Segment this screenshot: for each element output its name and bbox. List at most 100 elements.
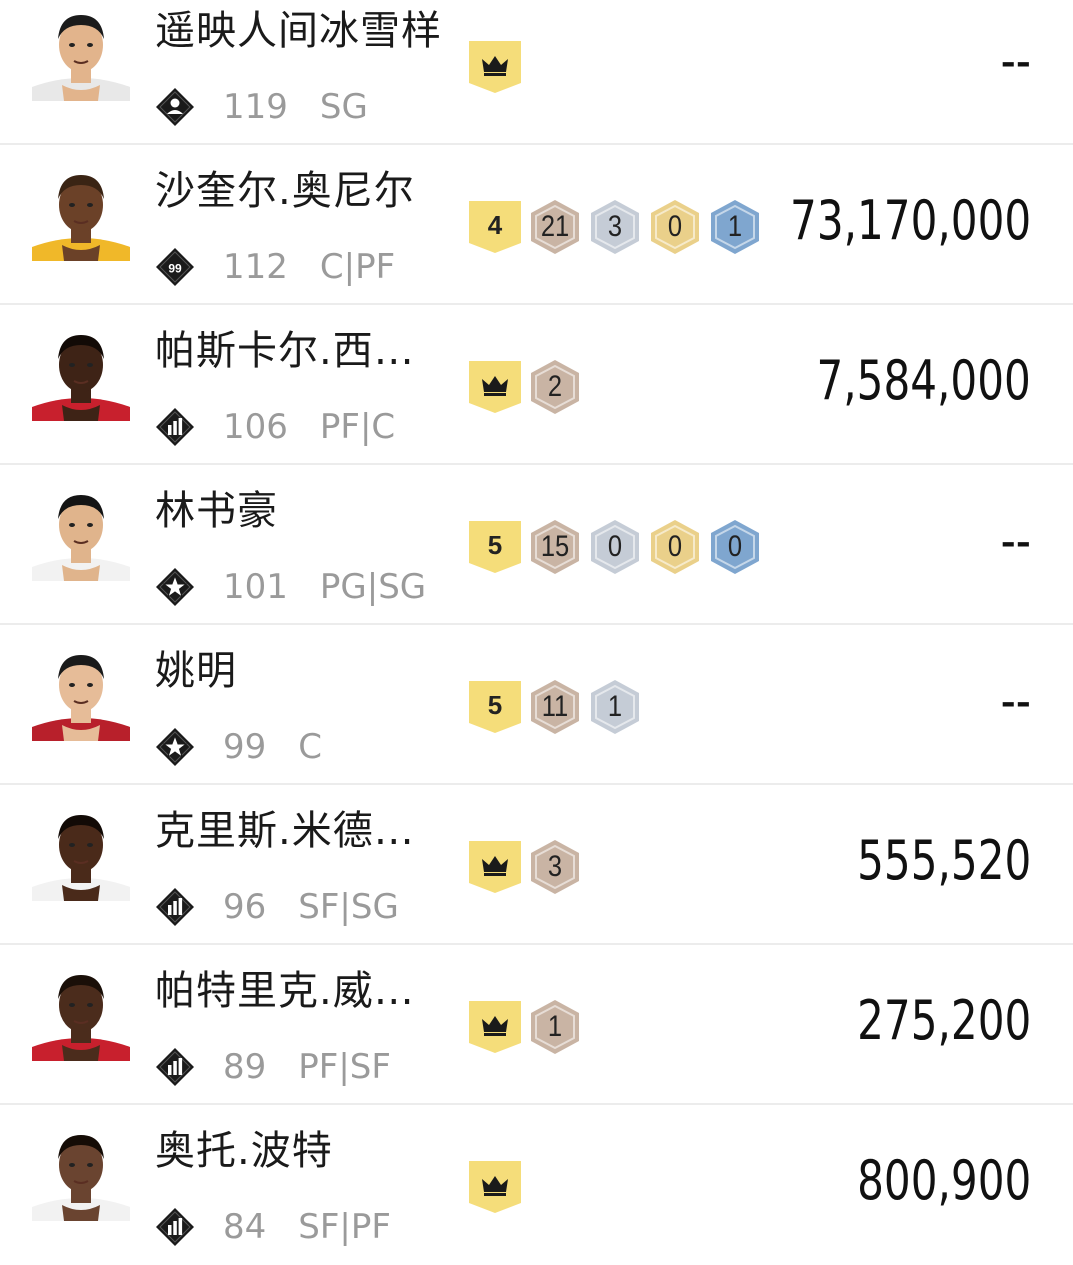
player-row[interactable]: 奥托.波特 84 SF|PF 800,900 xyxy=(0,1105,1073,1265)
player-row[interactable]: 林书豪 101 PG|SG 5 15 0 0 0 -- xyxy=(0,465,1073,625)
player-position: C xyxy=(298,727,323,767)
crown-icon xyxy=(469,841,521,893)
badge-count: 0 xyxy=(607,530,623,563)
crown-icon xyxy=(469,1161,521,1213)
badge-group: 5 15 0 0 0 xyxy=(469,518,769,576)
player-row[interactable]: 帕斯卡尔.西… 106 PF|C 2 7,584,000 xyxy=(0,305,1073,465)
bars-diamond-icon xyxy=(155,407,195,447)
badge-count: 0 xyxy=(667,210,683,243)
badge-group: 3 xyxy=(469,838,589,896)
player-name: 奥托.波特 xyxy=(155,1128,333,1174)
player-avatar xyxy=(32,3,130,101)
level-flag: 5 xyxy=(469,521,521,573)
player-meta: 106 PF|C xyxy=(155,405,395,449)
player-row[interactable]: 遥映人间冰雪样 119 SG -- xyxy=(0,0,1073,145)
crown-icon xyxy=(469,361,521,413)
player-ovr: 84 xyxy=(223,1207,267,1247)
badge-count: 1 xyxy=(547,1010,563,1043)
level-value: 5 xyxy=(487,529,503,560)
badge-group: 1 xyxy=(469,998,589,1056)
player-ovr: 112 xyxy=(223,247,288,287)
silver-badge: 0 xyxy=(589,518,641,576)
badge-count: 21 xyxy=(540,210,570,243)
crown-icon xyxy=(469,41,521,93)
player-ovr: 99 xyxy=(223,727,267,767)
player-avatar xyxy=(32,643,130,741)
player-row[interactable]: 帕特里克.威… 89 PF|SF 1 275,200 xyxy=(0,945,1073,1105)
player-ovr: 101 xyxy=(223,567,288,607)
star-diamond-icon xyxy=(155,727,195,767)
player-meta: 99 C xyxy=(155,725,322,769)
99-diamond-icon: 99 xyxy=(155,247,195,287)
bronze-badge: 11 xyxy=(529,678,581,736)
player-ovr: 106 xyxy=(223,407,288,447)
crown-icon xyxy=(469,1001,521,1053)
bars-diamond-icon xyxy=(155,1207,195,1247)
player-name: 帕特里克.威… xyxy=(155,968,415,1014)
badge-group: 2 xyxy=(469,358,589,416)
badge-count: 3 xyxy=(607,210,623,243)
player-name: 沙奎尔.奥尼尔 xyxy=(155,168,415,214)
bronze-badge: 3 xyxy=(529,838,581,896)
player-position: SG xyxy=(319,87,368,127)
player-avatar xyxy=(32,163,130,261)
bronze-badge: 1 xyxy=(529,998,581,1056)
player-value: 800,900 xyxy=(856,1149,1031,1212)
blue-badge: 0 xyxy=(709,518,761,576)
player-name: 克里斯.米德… xyxy=(155,808,415,854)
player-value: -- xyxy=(1000,29,1031,92)
level-flag: 5 xyxy=(469,681,521,733)
player-ovr: 96 xyxy=(223,887,267,927)
player-list: 遥映人间冰雪样 119 SG -- 沙奎尔.奥尼尔 99 112 C|PF 4 21 3 0 1 73,1… xyxy=(0,0,1073,1264)
svg-text:99: 99 xyxy=(168,262,182,276)
player-row[interactable]: 姚明 99 C 5 11 1 -- xyxy=(0,625,1073,785)
player-avatar xyxy=(32,1123,130,1221)
player-position: C|PF xyxy=(319,247,396,287)
player-row[interactable]: 克里斯.米德… 96 SF|SG 3 555,520 xyxy=(0,785,1073,945)
player-avatar xyxy=(32,963,130,1061)
silver-badge: 3 xyxy=(589,198,641,256)
bronze-badge: 21 xyxy=(529,198,581,256)
badge-group xyxy=(469,38,529,96)
person-diamond-icon xyxy=(155,87,195,127)
player-meta: 119 SG xyxy=(155,85,368,129)
gold-badge: 0 xyxy=(649,518,701,576)
badge-group: 4 21 3 0 1 xyxy=(469,198,769,256)
player-value: 7,584,000 xyxy=(816,349,1031,412)
player-meta: 89 PF|SF xyxy=(155,1045,391,1089)
bars-diamond-icon xyxy=(155,887,195,927)
gold-badge: 0 xyxy=(649,198,701,256)
player-position: PG|SG xyxy=(319,567,427,607)
badge-count: 11 xyxy=(541,690,569,723)
badge-count: 15 xyxy=(540,530,570,563)
bronze-badge: 15 xyxy=(529,518,581,576)
level-value: 4 xyxy=(487,209,503,240)
badge-count: 0 xyxy=(667,530,683,563)
level-value: 5 xyxy=(487,689,503,720)
badge-count: 2 xyxy=(547,370,563,403)
blue-badge: 1 xyxy=(709,198,761,256)
player-meta: 101 PG|SG xyxy=(155,565,426,609)
badge-group xyxy=(469,1158,529,1216)
player-meta: 99 112 C|PF xyxy=(155,245,395,289)
badge-count: 1 xyxy=(727,210,743,243)
player-row[interactable]: 沙奎尔.奥尼尔 99 112 C|PF 4 21 3 0 1 73,170,000 xyxy=(0,145,1073,305)
player-value: 555,520 xyxy=(856,829,1031,892)
player-meta: 96 SF|SG xyxy=(155,885,399,929)
player-value: -- xyxy=(1000,509,1031,572)
player-name: 遥映人间冰雪样 xyxy=(155,8,442,54)
player-value: 275,200 xyxy=(856,989,1031,1052)
level-flag: 4 xyxy=(469,201,521,253)
badge-count: 3 xyxy=(547,850,563,883)
player-avatar xyxy=(32,803,130,901)
badge-group: 5 11 1 xyxy=(469,678,649,736)
player-position: SF|SG xyxy=(298,887,399,927)
player-ovr: 89 xyxy=(223,1047,267,1087)
star-diamond-icon xyxy=(155,567,195,607)
player-avatar xyxy=(32,323,130,421)
badge-count: 1 xyxy=(607,690,623,723)
player-name: 姚明 xyxy=(155,648,237,694)
player-ovr: 119 xyxy=(223,87,288,127)
silver-badge: 1 xyxy=(589,678,641,736)
player-position: SF|PF xyxy=(298,1207,391,1247)
